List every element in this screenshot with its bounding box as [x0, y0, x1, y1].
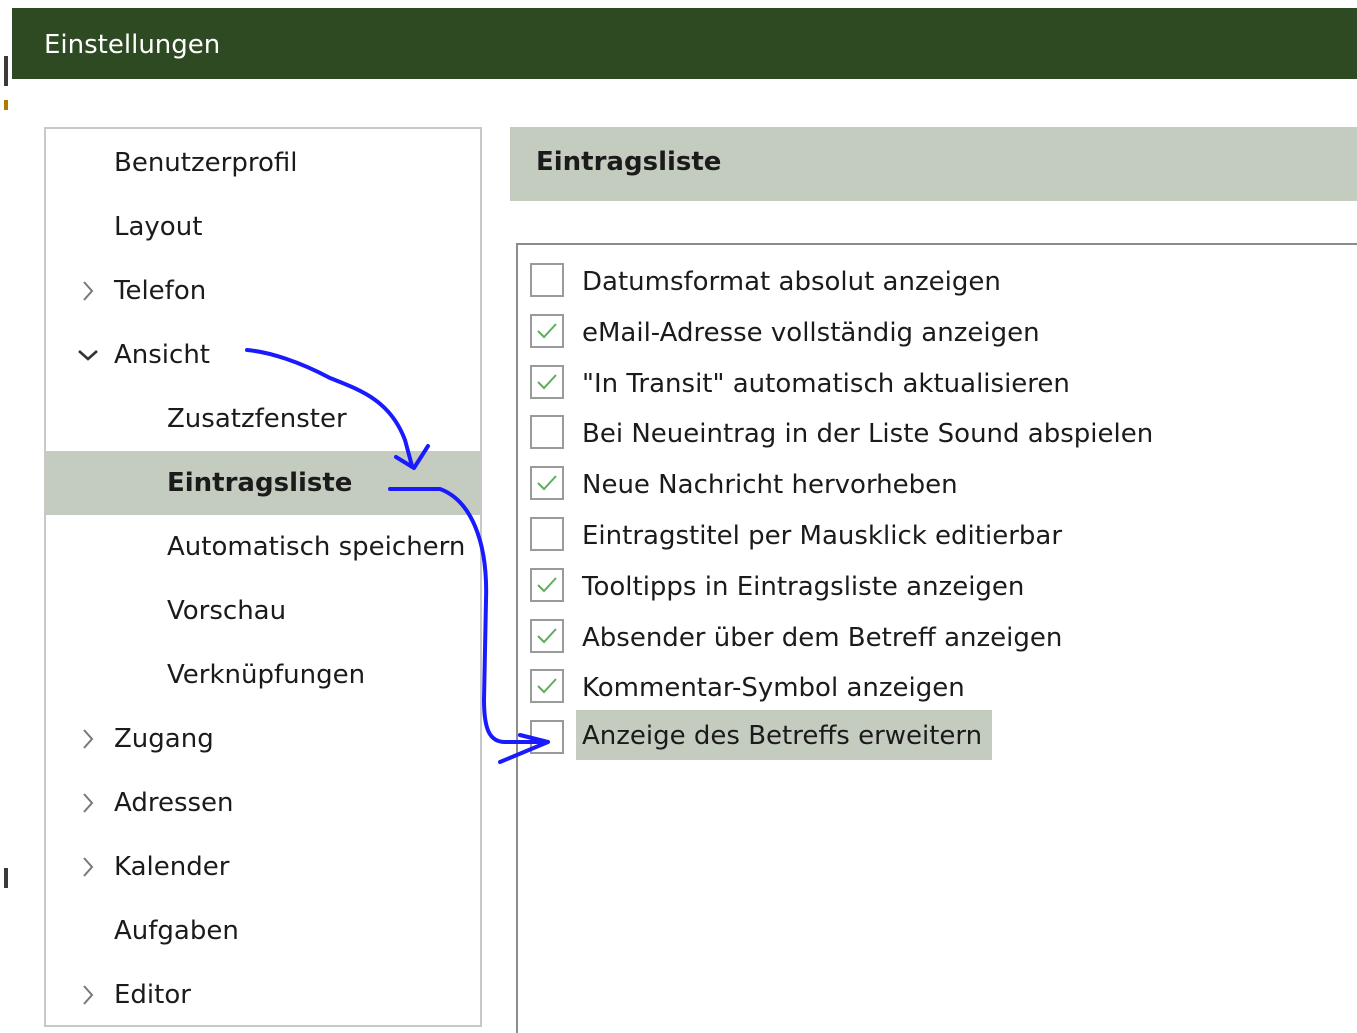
- nav-item-label: Kalender: [114, 852, 230, 882]
- nav-item[interactable]: Adressen: [46, 771, 480, 835]
- option-row[interactable]: Eintragstitel per Mausklick editierbar: [518, 511, 1348, 562]
- checkmark-icon: [537, 323, 557, 339]
- nav-item[interactable]: Vorschau: [46, 579, 480, 643]
- option-label[interactable]: Anzeige des Betreffs erweitern: [576, 710, 993, 761]
- edge-mark: [4, 56, 8, 86]
- nav-item-label: Editor: [114, 980, 191, 1010]
- nav-item-label: Automatisch speichern: [167, 532, 466, 562]
- option-label[interactable]: Bei Neueintrag in der Liste Sound abspie…: [582, 409, 1163, 460]
- nav-item[interactable]: Editor: [46, 963, 480, 1027]
- chevron-right-icon[interactable]: [76, 963, 100, 1027]
- option-row[interactable]: Anzeige des Betreffs erweitern: [518, 710, 1348, 765]
- nav-item[interactable]: Verknüpfungen: [46, 643, 480, 707]
- option-label[interactable]: eMail-Adresse vollständig anzeigen: [582, 308, 1050, 359]
- edge-mark: [4, 868, 8, 888]
- chevron-down-icon[interactable]: [76, 323, 100, 387]
- option-row[interactable]: Neue Nachricht hervorheben: [518, 460, 1348, 511]
- option-checkbox[interactable]: [530, 720, 564, 755]
- nav-item[interactable]: Aufgaben: [46, 899, 480, 963]
- title-bar[interactable]: Einstellungen: [12, 8, 1357, 79]
- option-checkbox[interactable]: [530, 313, 564, 348]
- window-left-edge: [0, 0, 12, 1005]
- option-label[interactable]: Neue Nachricht hervorheben: [582, 460, 968, 511]
- nav-item-label: Layout: [114, 212, 203, 242]
- option-row[interactable]: Absender über dem Betreff anzeigen: [518, 613, 1348, 664]
- option-label[interactable]: Datumsformat absolut anzeigen: [582, 257, 1011, 308]
- settings-navigation-tree[interactable]: Benutzerprofil Layout Telefon Ansicht Zusatz…: [44, 127, 482, 1027]
- nav-item[interactable]: Zugang: [46, 707, 480, 771]
- option-checkbox[interactable]: [530, 517, 564, 551]
- options-list[interactable]: Datumsformat absolut anzeigen eMail-Adres…: [516, 243, 1357, 1033]
- nav-item[interactable]: Layout: [46, 195, 480, 259]
- option-checkbox[interactable]: [530, 567, 564, 602]
- nav-item-label: Eintragsliste: [167, 468, 353, 498]
- checkmark-icon: [537, 627, 557, 644]
- nav-item[interactable]: Ansicht: [46, 323, 480, 387]
- option-label[interactable]: "In Transit" automatisch aktualisieren: [582, 359, 1080, 410]
- nav-item[interactable]: Eintragsliste: [46, 451, 480, 515]
- section-title: Eintragsliste: [536, 147, 722, 177]
- option-row[interactable]: Tooltipps in Eintragsliste anzeigen: [518, 562, 1348, 613]
- nav-item-label: Zugang: [114, 724, 214, 754]
- option-label[interactable]: Tooltipps in Eintragsliste anzeigen: [582, 562, 1034, 613]
- edge-mark: [4, 100, 8, 110]
- section-header: Eintragsliste: [510, 127, 1357, 201]
- checkmark-icon: [537, 373, 557, 390]
- option-checkbox[interactable]: [530, 415, 564, 450]
- nav-item[interactable]: Zusatzfenster: [46, 387, 480, 451]
- chevron-right-icon[interactable]: [76, 259, 100, 323]
- nav-item-label: Telefon: [114, 276, 207, 306]
- option-checkbox[interactable]: [530, 618, 564, 653]
- option-checkbox[interactable]: [530, 669, 564, 704]
- nav-item[interactable]: Benutzerprofil: [46, 131, 480, 195]
- option-row[interactable]: Bei Neueintrag in der Liste Sound abspie…: [518, 409, 1348, 460]
- option-row[interactable]: "In Transit" automatisch aktualisieren: [518, 359, 1348, 410]
- nav-item[interactable]: Telefon: [46, 259, 480, 323]
- checkmark-icon: [537, 577, 557, 593]
- nav-item[interactable]: Kalender: [46, 835, 480, 899]
- checkmark-icon: [537, 475, 557, 491]
- nav-item-label: Zusatzfenster: [167, 404, 347, 434]
- option-label[interactable]: Kommentar-Symbol anzeigen: [582, 663, 975, 714]
- option-label[interactable]: Eintragstitel per Mausklick editierbar: [582, 511, 1072, 562]
- nav-item[interactable]: Automatisch speichern: [46, 515, 480, 579]
- option-row[interactable]: Kommentar-Symbol anzeigen: [518, 663, 1348, 714]
- nav-item-label: Adressen: [114, 788, 234, 818]
- chevron-right-icon[interactable]: [76, 835, 100, 899]
- nav-item-label: Ansicht: [114, 340, 211, 370]
- checkmark-icon: [537, 678, 557, 694]
- nav-item-label: Benutzerprofil: [114, 148, 298, 178]
- option-checkbox[interactable]: [530, 364, 564, 399]
- option-checkbox[interactable]: [530, 263, 564, 297]
- nav-item-label: Aufgaben: [114, 916, 239, 946]
- option-label[interactable]: Absender über dem Betreff anzeigen: [582, 613, 1072, 664]
- window-title: Einstellungen: [44, 30, 221, 60]
- option-row[interactable]: Datumsformat absolut anzeigen: [518, 257, 1348, 308]
- chevron-right-icon[interactable]: [76, 707, 100, 771]
- nav-item-label: Vorschau: [167, 596, 287, 626]
- chevron-right-icon[interactable]: [76, 771, 100, 835]
- option-row[interactable]: eMail-Adresse vollständig anzeigen: [518, 308, 1348, 359]
- option-checkbox[interactable]: [530, 466, 564, 501]
- nav-item-label: Verknüpfungen: [167, 660, 366, 690]
